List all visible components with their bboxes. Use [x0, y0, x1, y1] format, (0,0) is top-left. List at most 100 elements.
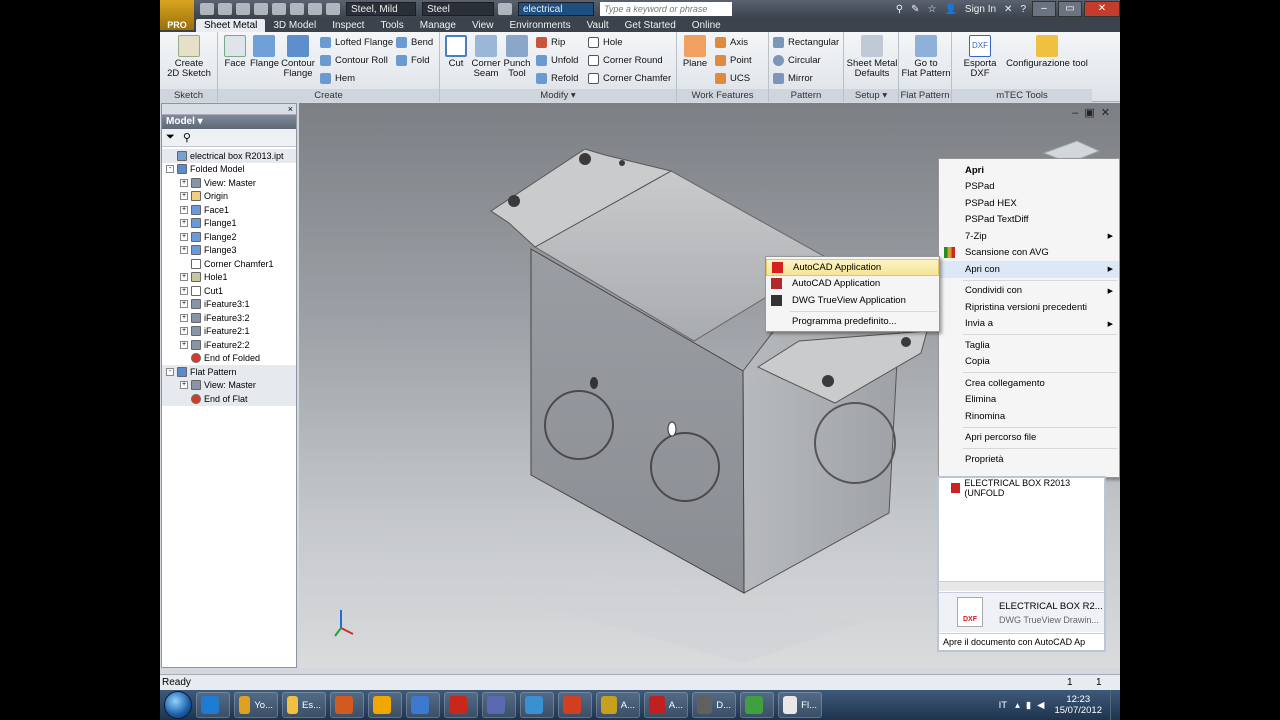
filter-icon[interactable]: ⏷	[166, 131, 175, 144]
update-icon[interactable]	[326, 3, 340, 15]
select-icon[interactable]	[308, 3, 322, 15]
context-menu-item[interactable]: Copia	[939, 354, 1119, 371]
configurazione-tool-button[interactable]: Configurazione tool	[1006, 35, 1088, 69]
context-menu-item[interactable]: Scansione con AVG	[939, 245, 1119, 262]
tree-item[interactable]: + Cut1	[162, 284, 296, 298]
tab-environments[interactable]: Environments	[501, 19, 578, 32]
fx-icon[interactable]	[498, 3, 512, 15]
expand-toggle-icon[interactable]: +	[180, 327, 188, 336]
browser-close-icon[interactable]: ×	[288, 104, 293, 114]
redo-icon[interactable]	[272, 3, 286, 15]
show-desktop-button[interactable]	[1110, 690, 1120, 720]
tree-item[interactable]: + Flange1	[162, 217, 296, 231]
context-menu-item[interactable]: PSPad HEX	[939, 195, 1119, 212]
undo-icon[interactable]	[254, 3, 268, 15]
taskbar-button[interactable]: Es...	[282, 692, 326, 718]
tab-online[interactable]: Online	[684, 19, 729, 32]
expand-toggle-icon[interactable]: -	[166, 165, 174, 174]
taskbar-button[interactable]	[740, 692, 774, 718]
close-button[interactable]: ✕	[1084, 1, 1120, 17]
sign-in-link[interactable]: Sign In	[965, 4, 996, 15]
tab-vault[interactable]: Vault	[579, 19, 617, 32]
cut-button[interactable]: Cut	[444, 35, 468, 69]
unfold-button[interactable]: Unfold	[536, 55, 578, 66]
sheet-metal-defaults-button[interactable]: Sheet Metal Defaults	[846, 35, 898, 79]
appearance-combo[interactable]: Steel	[422, 2, 494, 16]
help-icon[interactable]: ?	[1020, 4, 1026, 15]
tab-inspect[interactable]: Inspect	[324, 19, 372, 32]
context-menu-item[interactable]: PSPad TextDiff	[939, 212, 1119, 229]
context-menu-item[interactable]: Condividi con ▶	[939, 283, 1119, 300]
tree-item[interactable]: End of Folded	[162, 352, 296, 366]
bend-button[interactable]: Bend	[396, 37, 433, 48]
tab-get-started[interactable]: Get Started	[617, 19, 684, 32]
start-button[interactable]	[164, 691, 192, 719]
tab-manage[interactable]: Manage	[412, 19, 464, 32]
taskbar-button[interactable]: Yo...	[234, 692, 278, 718]
tab-tools[interactable]: Tools	[372, 19, 411, 32]
context-menu-item[interactable]: PSPad	[939, 179, 1119, 196]
expand-toggle-icon[interactable]: +	[180, 313, 188, 322]
lofted-flange-button[interactable]: Lofted Flange	[320, 37, 393, 48]
taskbar-button[interactable]	[520, 692, 554, 718]
create-sketch-button[interactable]: Create 2D Sketch	[166, 35, 212, 79]
expand-toggle-icon[interactable]: +	[180, 246, 188, 255]
application-menu-button[interactable]: PRO	[160, 0, 194, 30]
open-with-item[interactable]: DWG TrueView Application	[766, 292, 939, 309]
flange-button[interactable]: Flange	[250, 35, 279, 69]
context-menu-item[interactable]: Apri con ▶	[939, 261, 1119, 278]
tab-view[interactable]: View	[464, 19, 502, 32]
explorer-file-row[interactable]: ELECTRICAL BOX R2013 (UNFOLD	[951, 478, 1104, 498]
expand-toggle-icon[interactable]: +	[180, 381, 188, 390]
open-icon[interactable]	[218, 3, 232, 15]
document-tab[interactable]: electrical	[518, 2, 594, 16]
hem-button[interactable]: Hem	[320, 73, 355, 84]
context-menu-item[interactable]: Apri percorso file	[939, 430, 1119, 447]
context-menu-item[interactable]: Proprietà	[939, 451, 1119, 468]
taskbar-button[interactable]: A...	[644, 692, 688, 718]
context-menu-item[interactable]: Apri	[939, 162, 1119, 179]
tree-item[interactable]: + Hole1	[162, 271, 296, 285]
expand-toggle-icon[interactable]: +	[180, 178, 188, 187]
open-with-item[interactable]: AutoCAD Application	[766, 276, 939, 293]
tree-item[interactable]: + Origin	[162, 190, 296, 204]
explorer-hscrollbar[interactable]	[939, 581, 1104, 591]
expand-toggle-icon[interactable]: +	[180, 286, 188, 295]
tab-sheet-metal[interactable]: Sheet Metal	[196, 19, 266, 32]
taskbar-button[interactable]	[330, 692, 364, 718]
tree-item[interactable]: - Flat Pattern	[162, 365, 296, 379]
context-menu-item[interactable]: 7-Zip ▶	[939, 228, 1119, 245]
expand-toggle-icon[interactable]: -	[166, 367, 174, 376]
expand-toggle-icon[interactable]: +	[180, 300, 188, 309]
exchange-icon[interactable]: ✕	[1004, 4, 1012, 15]
open-with-item[interactable]: AutoCAD Application	[766, 259, 939, 276]
tree-item[interactable]: + iFeature2:1	[162, 325, 296, 339]
tree-item[interactable]: End of Flat	[162, 392, 296, 406]
plane-button[interactable]: Plane	[681, 35, 709, 69]
tree-item[interactable]: + Flange3	[162, 244, 296, 258]
taskbar-button[interactable]: Fl...	[778, 692, 822, 718]
minimize-button[interactable]: –	[1032, 1, 1056, 17]
taskbar-button[interactable]	[406, 692, 440, 718]
home-icon[interactable]	[290, 3, 304, 15]
hole-button[interactable]: Hole	[588, 37, 623, 48]
expand-toggle-icon[interactable]: +	[180, 219, 188, 228]
material-combo[interactable]: Steel, Mild	[346, 2, 416, 16]
binoculars-icon[interactable]: ⚲	[896, 4, 903, 15]
corner-round-button[interactable]: Corner Round	[588, 55, 663, 66]
mirror-button[interactable]: Mirror	[773, 73, 813, 84]
context-menu-item[interactable]: Elimina	[939, 392, 1119, 409]
volume-tray-icon[interactable]: ◀	[1037, 700, 1044, 711]
context-menu-item[interactable]: Taglia	[939, 337, 1119, 354]
tree-item[interactable]: electrical box R2013.ipt	[162, 149, 296, 163]
tree-item[interactable]: + View: Master	[162, 378, 296, 392]
expand-toggle-icon[interactable]: +	[180, 232, 188, 241]
contour-roll-button[interactable]: Contour Roll	[320, 55, 388, 66]
taskbar-button[interactable]	[482, 692, 516, 718]
axis-button[interactable]: Axis	[715, 37, 748, 48]
tray-arrow-icon[interactable]: ▴	[1015, 700, 1020, 711]
corner-chamfer-button[interactable]: Corner Chamfer	[588, 73, 671, 84]
clock[interactable]: 12:23 15/07/2012	[1054, 694, 1102, 716]
circular-button[interactable]: Circular	[773, 55, 821, 66]
go-to-flat-pattern-button[interactable]: Go to Flat Pattern	[901, 35, 951, 79]
